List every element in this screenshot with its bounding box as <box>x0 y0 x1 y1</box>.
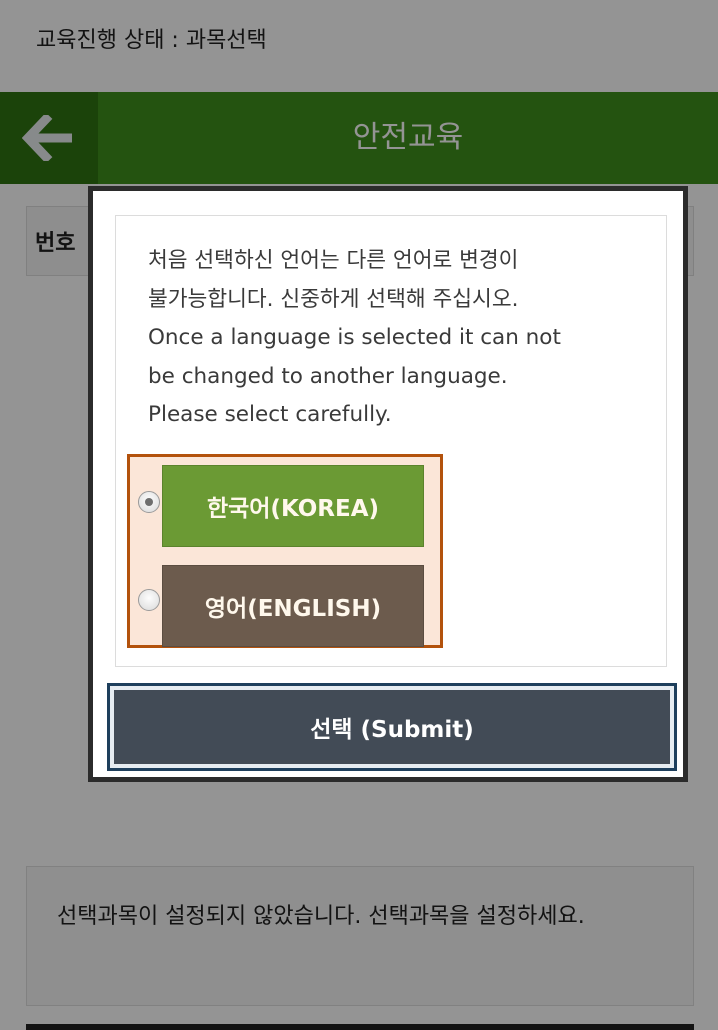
english-language-button[interactable]: 영어(ENGLISH) <box>162 565 424 647</box>
submit-button[interactable]: 선택 (Submit) <box>114 690 670 764</box>
language-select-dialog: 처음 선택하신 언어는 다른 언어로 변경이 불가능합니다. 신중하게 선택해 … <box>88 186 688 782</box>
message-line: be changed to another language. <box>148 363 508 389</box>
warning-message: 처음 선택하신 언어는 다른 언어로 변경이 불가능합니다. 신중하게 선택해 … <box>148 242 658 435</box>
message-line: Please select carefully. <box>148 402 392 427</box>
submit-button-frame: 선택 (Submit) <box>107 683 677 771</box>
message-line: 불가능합니다. 신중하게 선택해 주십시오. <box>148 286 519 312</box>
message-line: 처음 선택하신 언어는 다른 언어로 변경이 <box>148 248 519 273</box>
radio-english[interactable] <box>138 589 160 611</box>
radio-korean[interactable] <box>138 491 160 513</box>
language-options: 한국어(KOREA) 영어(ENGLISH) <box>127 454 443 648</box>
dialog-content: 처음 선택하신 언어는 다른 언어로 변경이 불가능합니다. 신중하게 선택해 … <box>115 215 667 667</box>
message-line: Once a language is selected it can not <box>148 325 561 350</box>
korean-language-button[interactable]: 한국어(KOREA) <box>162 465 424 547</box>
